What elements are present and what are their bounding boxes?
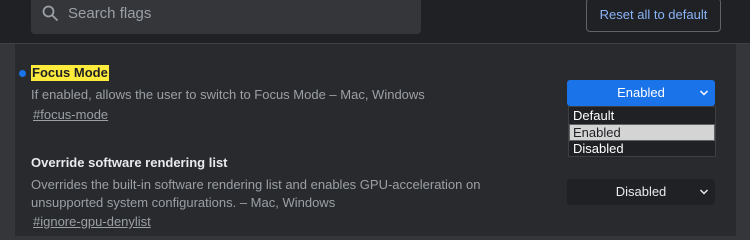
flag-title-focus-mode: Focus Mode: [31, 65, 109, 81]
ignore-gpu-denylist-select-value: Disabled: [615, 184, 667, 199]
option-default[interactable]: Default: [570, 108, 714, 123]
flag-anchor-ignore-gpu-denylist[interactable]: #ignore-gpu-denylist: [33, 214, 151, 230]
flag-title-ignore-gpu-denylist: Override software rendering list: [31, 155, 228, 170]
modified-indicator-dot: [19, 70, 26, 77]
option-disabled[interactable]: Disabled: [570, 141, 714, 156]
flag-anchor-focus-mode[interactable]: #focus-mode: [33, 107, 108, 123]
focus-mode-dropdown-menu: Default Enabled Disabled: [568, 106, 716, 157]
reset-all-button[interactable]: Reset all to default: [586, 0, 721, 32]
ignore-gpu-denylist-select[interactable]: Disabled: [567, 179, 715, 205]
focus-mode-select[interactable]: Enabled: [567, 80, 715, 106]
search-input[interactable]: Search flags: [68, 5, 151, 23]
flag-description-ignore-gpu-denylist: Overrides the built-in software renderin…: [31, 177, 481, 210]
flag-description-focus-mode: If enabled, allows the user to switch to…: [31, 87, 425, 102]
chevron-down-icon: [699, 90, 709, 96]
chevron-down-icon: [699, 189, 709, 195]
search-icon: [42, 5, 58, 21]
focus-mode-select-value: Enabled: [617, 85, 665, 100]
option-enabled[interactable]: Enabled: [569, 124, 715, 141]
flags-header: Search flags Reset all to default: [0, 0, 750, 44]
search-box[interactable]: Search flags: [31, 0, 421, 34]
